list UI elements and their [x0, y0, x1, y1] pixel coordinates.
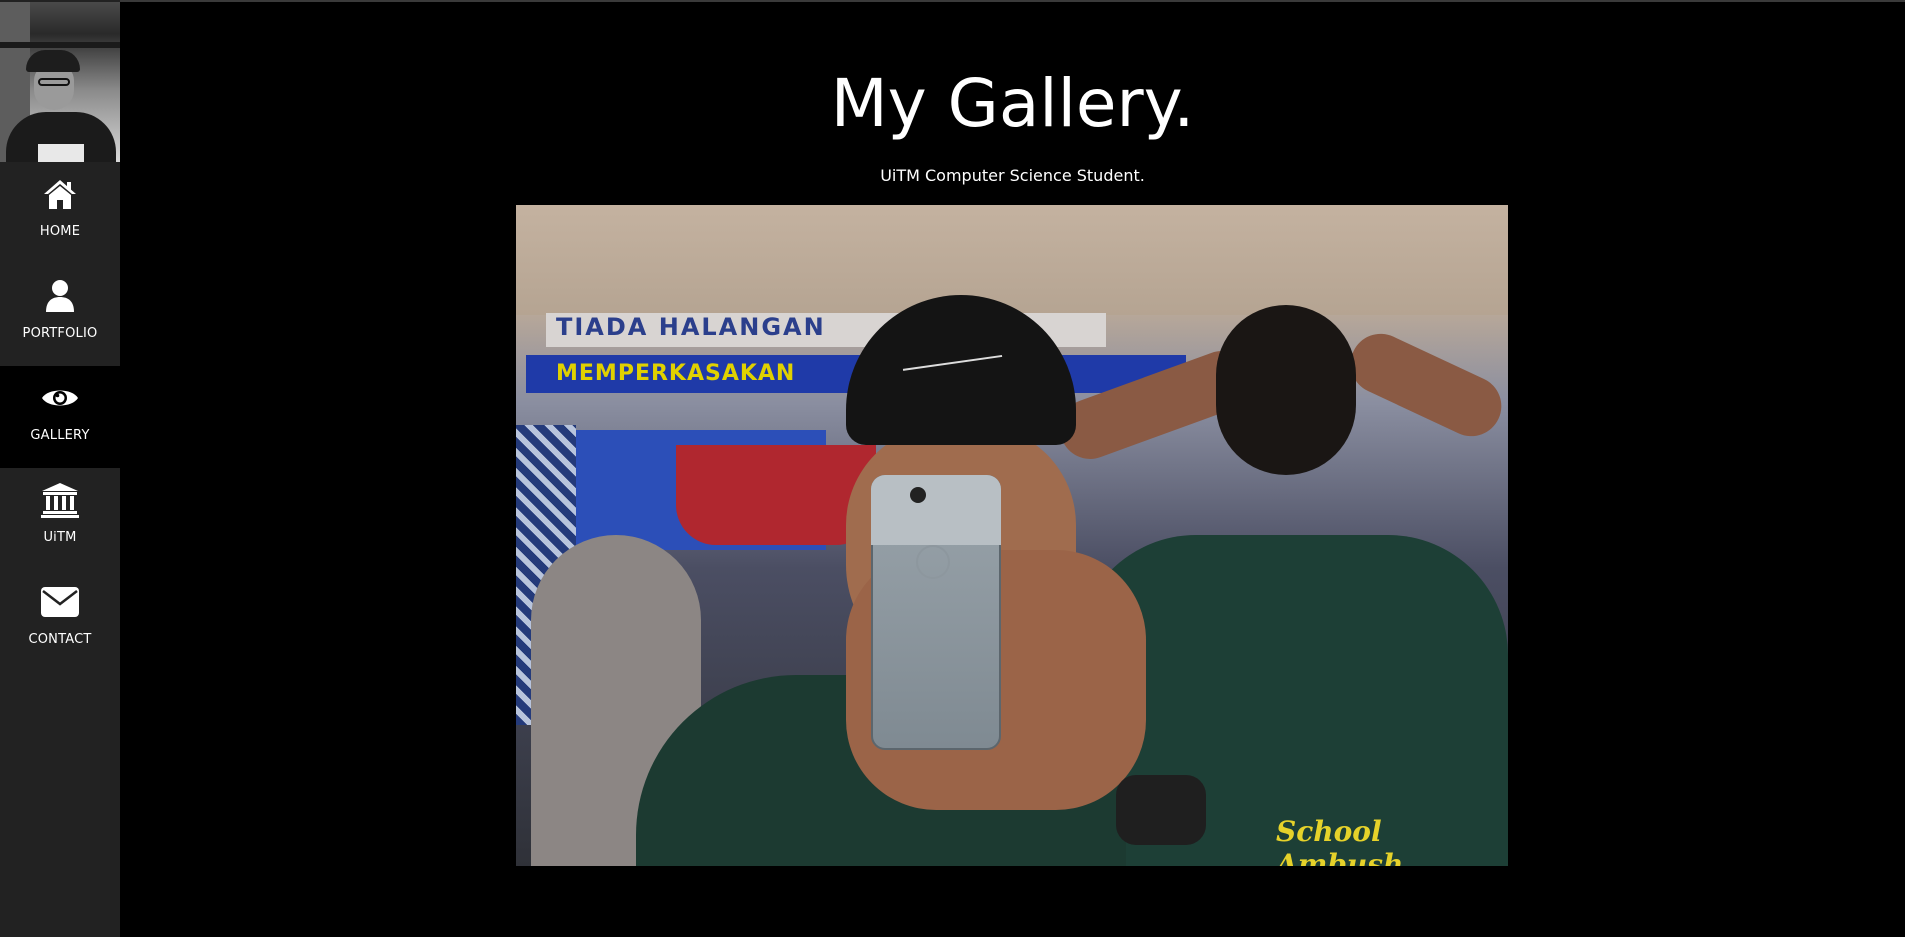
photo-banner-text: MEMPERKASAKAN: [556, 361, 796, 386]
user-icon: [0, 278, 120, 314]
page-subtitle: UiTM Computer Science Student.: [880, 166, 1145, 185]
avatar: [0, 2, 120, 162]
sidebar-item-contact[interactable]: CONTACT: [0, 570, 120, 672]
page-title: My Gallery.: [830, 65, 1195, 142]
sidebar-item-home[interactable]: HOME: [0, 162, 120, 264]
sidebar-item-label: GALLERY: [30, 428, 90, 443]
envelope-icon: [0, 584, 120, 620]
sidebar-item-label: HOME: [39, 224, 81, 239]
home-icon: [0, 176, 120, 212]
sidebar-item-label: CONTACT: [28, 632, 92, 647]
sidebar-item-uitm[interactable]: UiTM: [0, 468, 120, 570]
photo-shirt-text: School Ambush: [1276, 815, 1404, 866]
photo-banner-text: TIADA HALANGAN: [556, 313, 826, 341]
sidebar-item-label: PORTFOLIO: [22, 326, 98, 341]
institution-icon: [0, 482, 120, 518]
sidebar-item-label: UiTM: [43, 530, 77, 545]
top-border: [0, 0, 1905, 2]
eye-icon: [0, 380, 120, 416]
sidebar-item-gallery[interactable]: GALLERY: [0, 366, 120, 468]
gallery-photo: TIADA HALANGAN MEMPERKASAKAN School Ambu…: [516, 205, 1508, 866]
sidebar-nav: HOME PORTFOLIO GALLERY UiTM CONTACT: [0, 0, 120, 937]
sidebar-item-portfolio[interactable]: PORTFOLIO: [0, 264, 120, 366]
